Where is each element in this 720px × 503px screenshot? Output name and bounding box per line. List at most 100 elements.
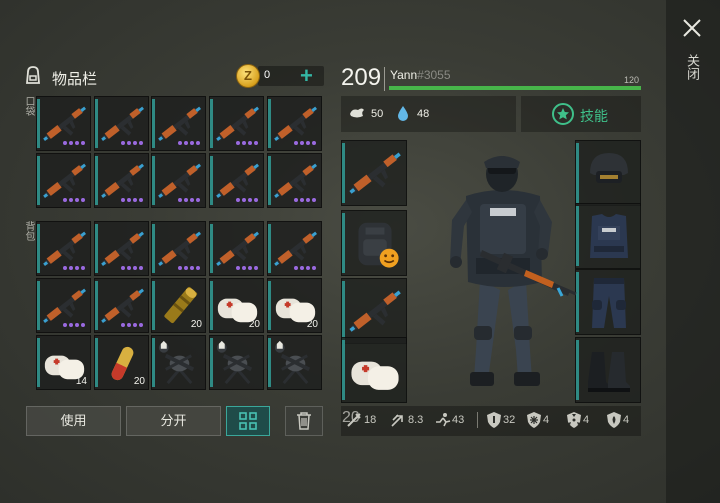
rifle-icon — [349, 152, 401, 194]
upgrade-dots — [294, 198, 316, 202]
inventory-slot[interactable]: 20 — [151, 278, 206, 333]
inventory-slot[interactable] — [209, 335, 264, 390]
close-label[interactable]: 关闭 — [685, 54, 700, 80]
armor-slot[interactable] — [575, 203, 641, 269]
upgrade-dots — [236, 141, 258, 145]
armor-icon — [487, 412, 501, 428]
boots-icon — [588, 352, 630, 392]
item-count: 20 — [248, 319, 260, 330]
inventory-slot[interactable] — [209, 153, 264, 208]
close-icon[interactable] — [680, 16, 704, 40]
inventory-slot[interactable] — [36, 278, 91, 333]
player-id: #3055 — [417, 68, 451, 82]
armor-slot[interactable] — [575, 337, 641, 403]
player-level: 209 — [341, 64, 382, 91]
equipment-slot[interactable]: 20 — [341, 337, 407, 426]
backpack-label: 背包 — [23, 221, 34, 241]
inventory-slot[interactable] — [94, 153, 149, 208]
backpack-icon — [26, 66, 40, 84]
stat-melee: 18 — [364, 414, 377, 426]
stat-armor: 32 — [503, 414, 516, 426]
inventory-slot[interactable] — [151, 221, 206, 276]
grid-view-button[interactable] — [226, 406, 270, 436]
upgrade-dots — [121, 141, 143, 145]
rifle-icon — [349, 290, 401, 332]
equipment-slot[interactable] — [341, 140, 407, 206]
player-name: Yann#3055 — [390, 68, 451, 82]
water-value: 48 — [417, 108, 430, 120]
upgrade-dots — [63, 141, 85, 145]
inventory-slot[interactable] — [94, 278, 149, 333]
stat-movement: 43 — [452, 414, 465, 426]
inventory-slot[interactable]: 14 — [36, 335, 91, 390]
use-button[interactable]: 使用 — [26, 406, 121, 436]
food-icon — [350, 108, 364, 118]
level-divider — [384, 67, 385, 91]
inventory-slot[interactable] — [36, 96, 91, 151]
stat-toxic-resist: 4 — [623, 414, 630, 426]
food-value: 50 — [371, 108, 384, 120]
inventory-slot[interactable]: 20 — [209, 278, 264, 333]
upgrade-dots — [178, 198, 200, 202]
backpack-icon — [358, 222, 399, 268]
upgrade-dots — [121, 266, 143, 270]
upgrade-dots — [121, 323, 143, 327]
inventory-slot[interactable] — [151, 335, 206, 390]
bandage-icon — [351, 361, 399, 390]
turret-icon — [216, 340, 253, 385]
item-count: 20 — [190, 319, 202, 330]
inventory-slot[interactable] — [267, 96, 322, 151]
pocket-label: 口袋 — [23, 96, 34, 116]
inventory-slot[interactable] — [94, 221, 149, 276]
coin-icon: Z — [236, 64, 260, 88]
inventory-slot[interactable] — [151, 96, 206, 151]
attack-speed-icon — [391, 414, 403, 427]
inventory-slot[interactable] — [267, 335, 322, 390]
slot-quality-bar — [342, 213, 345, 273]
inventory-title: 物品栏 — [52, 71, 98, 88]
inventory-slot[interactable] — [151, 153, 206, 208]
armor-slot[interactable] — [575, 269, 641, 335]
skills-label[interactable]: 技能 — [580, 106, 608, 126]
inventory-slot[interactable] — [267, 221, 322, 276]
star-icon — [552, 103, 574, 125]
upgrade-dots — [236, 198, 258, 202]
inventory-slot[interactable]: 20 — [94, 335, 149, 390]
upgrade-dots — [63, 266, 85, 270]
inventory-slot[interactable]: 20 — [267, 278, 322, 333]
movement-icon — [436, 413, 451, 427]
equipment-slot[interactable] — [341, 210, 407, 276]
item-count: 20 — [133, 376, 145, 387]
character-model — [450, 156, 577, 386]
inventory-slot[interactable] — [209, 96, 264, 151]
upgrade-dots — [236, 266, 258, 270]
xp-value: 120 — [624, 75, 640, 85]
toxic-resist-icon — [607, 412, 621, 428]
xp-bar-fill — [389, 86, 641, 90]
upgrade-dots — [294, 266, 316, 270]
vest-icon — [590, 214, 628, 258]
split-button[interactable]: 分开 — [126, 406, 221, 436]
item-count: 14 — [75, 376, 87, 387]
inventory-slot[interactable] — [267, 153, 322, 208]
item-count: 20 — [306, 319, 318, 330]
stats-divider — [477, 412, 478, 428]
turret-icon — [274, 340, 311, 385]
inventory-slot[interactable] — [94, 96, 149, 151]
inventory-slot[interactable] — [209, 221, 264, 276]
trash-button[interactable] — [285, 406, 323, 436]
equipment-slot[interactable] — [341, 278, 407, 344]
upgrade-dots — [121, 198, 143, 202]
turret-icon — [158, 340, 195, 385]
helmet-icon — [590, 153, 628, 183]
armor-slot[interactable] — [575, 140, 641, 206]
slot-quality-bar — [342, 281, 345, 341]
stat-radiation-resist: 4 — [583, 414, 590, 426]
radiation-resist-icon — [567, 412, 581, 428]
inventory-slot[interactable] — [36, 221, 91, 276]
upgrade-dots — [63, 323, 85, 327]
stat-attack-speed: 8.3 — [408, 414, 424, 426]
add-coins-button[interactable]: + — [300, 63, 313, 89]
trash-icon — [297, 412, 311, 430]
inventory-slot[interactable] — [36, 153, 91, 208]
